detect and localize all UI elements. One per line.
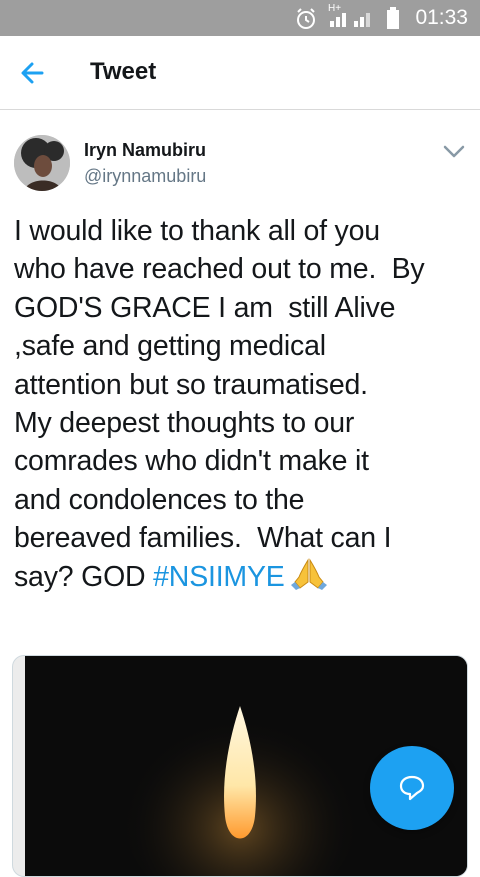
battery-icon bbox=[387, 7, 399, 29]
tweet-line: who have reached out to me. By bbox=[14, 253, 425, 286]
author-handle[interactable]: @irynnamubiru bbox=[84, 166, 206, 187]
status-time: 01:33 bbox=[415, 6, 468, 29]
tweet-line: I would like to thank all of you bbox=[14, 215, 380, 247]
alarm-clock-icon bbox=[297, 8, 315, 29]
tweet-line: and condolences to the bbox=[14, 483, 305, 516]
reply-button[interactable] bbox=[370, 746, 454, 830]
reply-bubble-icon bbox=[399, 775, 425, 801]
tweet-line-text: say? GOD bbox=[14, 560, 154, 593]
avatar[interactable] bbox=[14, 135, 70, 191]
tweet-line: GOD'S GRACE I am still Alive bbox=[14, 291, 396, 324]
author-name[interactable]: Iryn Namubiru bbox=[84, 140, 206, 161]
page-title: Tweet bbox=[90, 58, 157, 85]
status-bar: H+ 01:33 bbox=[0, 0, 480, 36]
hashtag-link[interactable]: #NSIIMYE bbox=[153, 561, 285, 593]
tweet-text: I would like to thank all of you who hav… bbox=[14, 212, 474, 596]
tweet-line: My deepest thoughts to our bbox=[14, 407, 355, 440]
tweet-line: ,safe and getting medical bbox=[14, 330, 326, 363]
tweet-last-line: say? GOD #NSIIMYE bbox=[14, 557, 474, 596]
tweet-line: attention but so traumatised. bbox=[14, 368, 368, 401]
app-bar: Tweet bbox=[0, 36, 480, 110]
chevron-down-icon[interactable] bbox=[440, 142, 468, 162]
praying-hands-icon bbox=[290, 557, 327, 590]
signal-icon bbox=[330, 13, 370, 27]
arrow-left-icon[interactable] bbox=[14, 58, 50, 88]
tweet-line: comrades who didn't make it bbox=[14, 445, 369, 478]
tweet-line: bereaved families. What can I bbox=[14, 522, 392, 555]
